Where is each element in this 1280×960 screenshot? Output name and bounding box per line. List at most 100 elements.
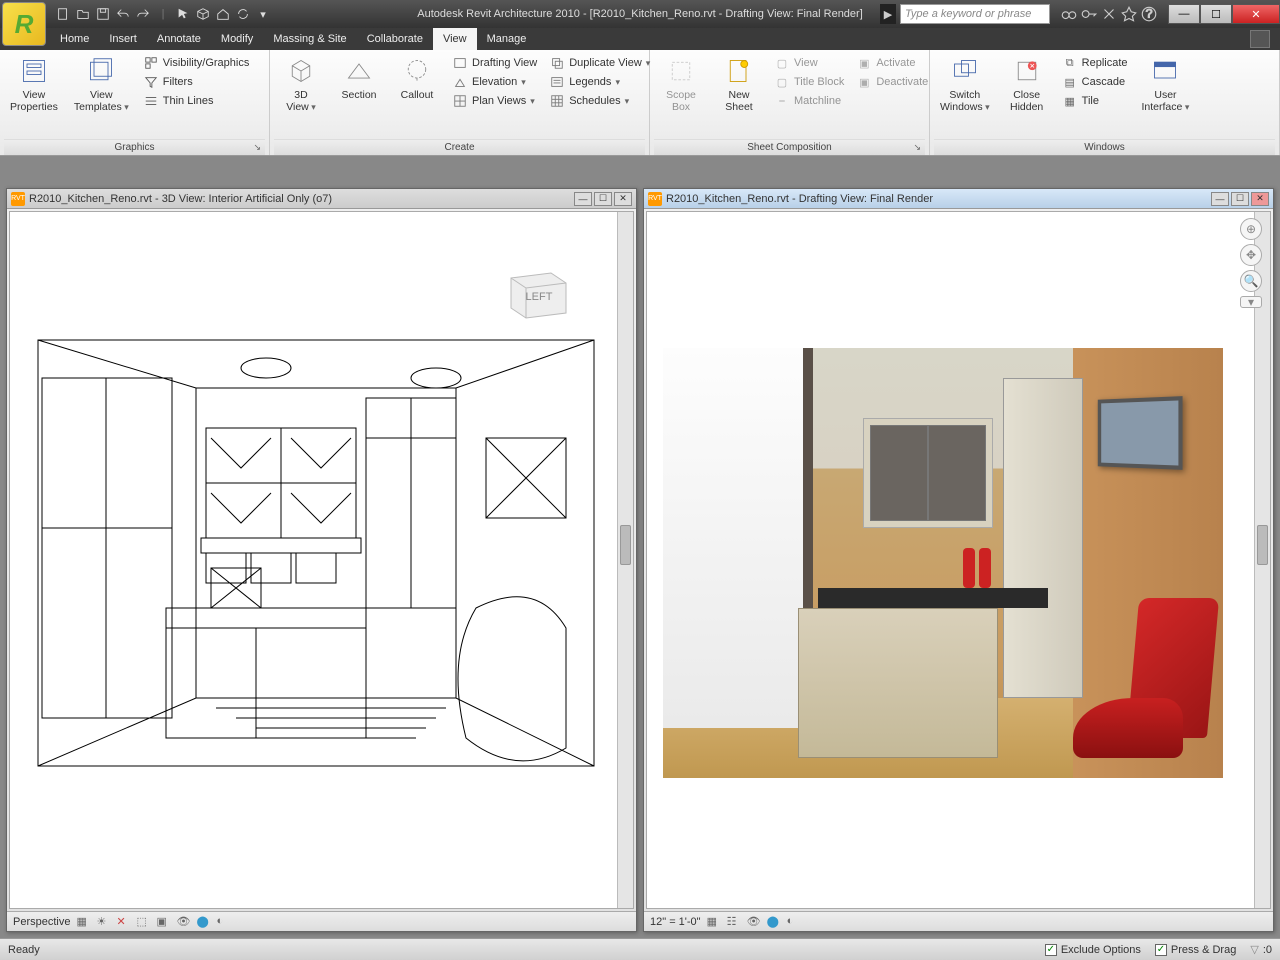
press-drag-checkbox[interactable]: ✓Press & Drag — [1155, 944, 1236, 956]
filter-status[interactable]: ▽ :0 — [1250, 943, 1272, 956]
reveal-icon[interactable]: ◐ — [787, 915, 801, 929]
sun-path-icon[interactable]: ☀ — [96, 915, 110, 929]
filter-icon: ▽ — [1250, 943, 1258, 956]
comm-icon[interactable] — [1100, 5, 1118, 23]
title-block-button: ▢Title Block — [770, 73, 848, 91]
minimize-button[interactable]: — — [1168, 4, 1200, 24]
app-menu-button[interactable]: R — [2, 2, 46, 46]
cascade-button[interactable]: ▤Cascade — [1058, 73, 1132, 91]
drafting-view-button[interactable]: Drafting View — [448, 54, 541, 72]
tab-insert[interactable]: Insert — [99, 28, 147, 50]
cube-icon[interactable] — [194, 5, 212, 23]
schedules-button[interactable]: Schedules — [545, 92, 654, 110]
quickmenu-ext-icon[interactable] — [1250, 30, 1270, 48]
tile-button[interactable]: ▦Tile — [1058, 92, 1132, 110]
callout-label: Callout — [401, 89, 434, 101]
sheet-view-button: ▢View — [770, 54, 848, 72]
model-graphics-icon[interactable]: ▦ — [707, 915, 721, 929]
tab-manage[interactable]: Manage — [477, 28, 537, 50]
legends-icon — [549, 74, 565, 90]
tab-modify[interactable]: Modify — [211, 28, 263, 50]
replicate-button[interactable]: ⧉Replicate — [1058, 54, 1132, 72]
scrollbar-vertical[interactable] — [617, 212, 633, 908]
close-hidden-label: Close Hidden — [1010, 89, 1043, 113]
callout-button[interactable]: Callout — [390, 52, 444, 105]
search-arrow-icon[interactable]: ▶ — [880, 4, 896, 24]
view-templates-button[interactable]: View Templates — [68, 52, 135, 117]
visibility-graphics-button[interactable]: Visibility/Graphics — [139, 54, 254, 72]
scope-box-button: Scope Box — [654, 52, 708, 117]
hide-icon[interactable]: 👁 — [747, 915, 761, 929]
save-icon[interactable] — [94, 5, 112, 23]
open-icon[interactable] — [74, 5, 92, 23]
section-button[interactable]: Section — [332, 52, 386, 105]
close-hidden-button[interactable]: Close Hidden — [1000, 52, 1054, 117]
redo-icon[interactable] — [134, 5, 152, 23]
3d-view-button[interactable]: 3D View — [274, 52, 328, 117]
house-icon[interactable] — [214, 5, 232, 23]
hide-icon[interactable]: 👁 — [176, 915, 190, 929]
sync-icon[interactable] — [234, 5, 252, 23]
pointer-icon[interactable] — [174, 5, 192, 23]
scrollbar-vertical[interactable] — [1254, 212, 1270, 908]
view-properties-label: View Properties — [10, 89, 58, 113]
separator-icon: | — [154, 5, 172, 23]
new-icon[interactable] — [54, 5, 72, 23]
doc-title-bar-right[interactable]: RVT R2010_Kitchen_Reno.rvt - Drafting Vi… — [644, 189, 1273, 209]
doc-minimize-button[interactable]: — — [574, 192, 592, 206]
legends-button[interactable]: Legends — [545, 73, 654, 91]
duplicate-view-button[interactable]: Duplicate View — [545, 54, 654, 72]
user-interface-icon — [1150, 56, 1180, 86]
user-interface-button[interactable]: User Interface — [1136, 52, 1196, 117]
doc-minimize-button[interactable]: — — [1211, 192, 1229, 206]
view-scale-right[interactable]: 12" = 1'-0" — [650, 916, 701, 928]
panel-sheet-label[interactable]: Sheet Composition — [654, 139, 925, 155]
maximize-button[interactable]: ☐ — [1200, 4, 1232, 24]
filters-button[interactable]: Filters — [139, 73, 254, 91]
new-sheet-button[interactable]: New Sheet — [712, 52, 766, 117]
tab-annotate[interactable]: Annotate — [147, 28, 211, 50]
thin-lines-button[interactable]: Thin Lines — [139, 92, 254, 110]
plan-views-button[interactable]: Plan Views — [448, 92, 541, 110]
tab-collaborate[interactable]: Collaborate — [357, 28, 433, 50]
view-cube[interactable]: LEFT — [491, 258, 581, 328]
star-icon[interactable] — [1120, 5, 1138, 23]
view-scale-left[interactable]: Perspective — [13, 916, 70, 928]
crop-region-icon[interactable]: ▣ — [156, 915, 170, 929]
filter-count: :0 — [1263, 944, 1272, 956]
doc-maximize-button[interactable]: ☐ — [594, 192, 612, 206]
doc-maximize-button[interactable]: ☐ — [1231, 192, 1249, 206]
doc-canvas-right[interactable]: ⊕ ✥ 🔍 ▾ — [646, 211, 1271, 909]
qat-dropdown-icon[interactable]: ▾ — [254, 5, 272, 23]
cascade-icon: ▤ — [1062, 74, 1078, 90]
reveal-icon[interactable]: ◐ — [216, 915, 230, 929]
view-properties-icon — [19, 56, 49, 86]
deactivate-icon: ▣ — [856, 74, 872, 90]
close-button[interactable]: ✕ — [1232, 4, 1280, 24]
tab-massing[interactable]: Massing & Site — [263, 28, 356, 50]
search-input[interactable]: Type a keyword or phrase — [900, 4, 1050, 24]
help-icon[interactable]: ? — [1140, 5, 1158, 23]
tab-home[interactable]: Home — [50, 28, 99, 50]
switch-windows-button[interactable]: Switch Windows — [934, 52, 996, 117]
binoculars-icon[interactable] — [1060, 5, 1078, 23]
shadows-icon[interactable]: ✕ — [116, 915, 130, 929]
model-graphics-icon[interactable]: ▦ — [76, 915, 90, 929]
exclude-options-checkbox[interactable]: ✓Exclude Options — [1045, 944, 1141, 956]
doc-canvas-left[interactable]: LEFT — [9, 211, 634, 909]
view-properties-button[interactable]: View Properties — [4, 52, 64, 117]
doc-close-button[interactable]: ✕ — [614, 192, 632, 206]
undo-icon[interactable] — [114, 5, 132, 23]
doc-close-button[interactable]: ✕ — [1251, 192, 1269, 206]
crop-icon[interactable]: ⬚ — [136, 915, 150, 929]
rvt-icon: RVT — [11, 192, 25, 206]
temp-hide-icon[interactable]: ⬤ — [196, 915, 210, 929]
detail-level-icon[interactable]: ☷ — [727, 915, 741, 929]
elevation-button[interactable]: Elevation — [448, 73, 541, 91]
doc-title-bar-left[interactable]: RVT R2010_Kitchen_Reno.rvt - 3D View: In… — [7, 189, 636, 209]
tab-view[interactable]: View — [433, 28, 477, 50]
key-icon[interactable] — [1080, 5, 1098, 23]
temp-hide-icon[interactable]: ⬤ — [767, 915, 781, 929]
rvt-icon: RVT — [648, 192, 662, 206]
panel-graphics-label[interactable]: Graphics — [4, 139, 265, 155]
